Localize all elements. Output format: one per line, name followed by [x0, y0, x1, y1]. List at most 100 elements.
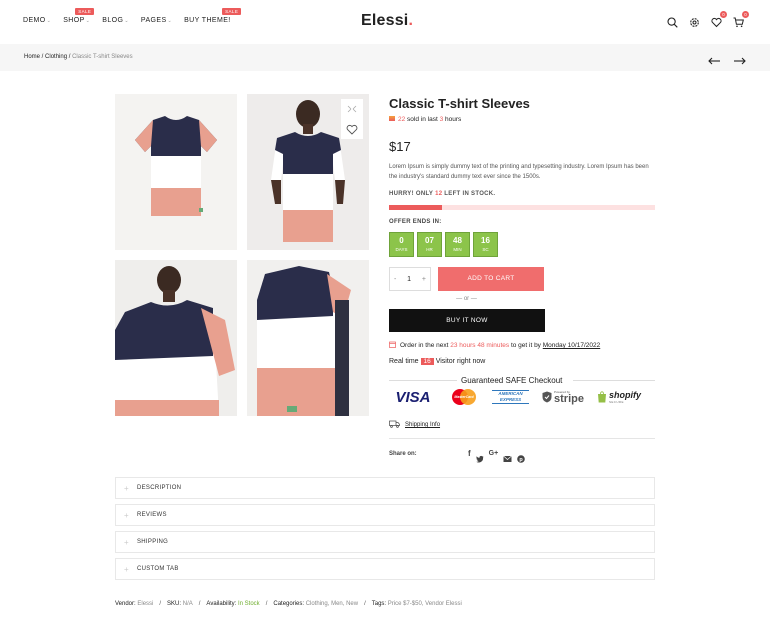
quantity-stepper[interactable]: - 1 +	[389, 267, 431, 291]
tab-custom[interactable]: + CUSTOM TAB	[115, 558, 655, 580]
product-image-1[interactable]	[115, 94, 237, 250]
delivery-estimate: Order in the next 23 hours 48 minutes to…	[389, 341, 600, 350]
arrow-left-icon[interactable]	[708, 52, 720, 70]
stock-progress-fill	[389, 205, 443, 210]
mastercard-logo: MasterCard	[449, 386, 479, 408]
tab-description[interactable]: + DESCRIPTION	[115, 477, 655, 499]
nav-item-shop[interactable]: SALE SHOP⌄	[63, 8, 95, 24]
product-nav-arrows	[708, 52, 746, 70]
nav-item-blog[interactable]: BLOG⌄	[102, 17, 129, 24]
sku-label: SKU:	[167, 601, 182, 607]
shopify-logo: shopify SECURE	[596, 386, 642, 408]
meta-sep: /	[198, 601, 201, 607]
fire-icon	[389, 116, 395, 121]
arrow-right-icon[interactable]	[734, 52, 746, 70]
shipping-info-label: Shipping Info	[405, 422, 441, 428]
buy-now-button[interactable]: BUY IT NOW	[389, 309, 545, 332]
site-logo[interactable]: Elessi.	[361, 12, 413, 30]
shipping-info-link[interactable]: Shipping Info	[389, 420, 440, 430]
nav-label: DEMO	[23, 17, 46, 24]
meta-sep: /	[265, 601, 268, 607]
breadcrumb-bar: Home / Clothing / Classic T-shirt Sleeve…	[0, 44, 770, 71]
tab-label: SHIPPING	[136, 539, 169, 545]
nav-label: BLOG	[102, 17, 124, 24]
stock-suffix: LEFT IN STOCK.	[442, 191, 496, 197]
sold-tail: hours	[443, 116, 462, 123]
countdown-value: 07	[425, 236, 434, 245]
divider	[573, 380, 655, 381]
visitor-prefix: Real time	[389, 358, 421, 365]
nav-item-buy-theme[interactable]: SALE BUY THEME!	[184, 8, 242, 24]
breadcrumb-home[interactable]: Home	[24, 54, 40, 60]
countdown-days: 0 DAYS	[389, 232, 414, 257]
product-image-4[interactable]	[247, 260, 369, 416]
categories-label: Categories:	[273, 601, 305, 607]
or-divider: — or —	[456, 296, 477, 302]
email-icon[interactable]	[503, 450, 512, 468]
countdown-unit: HR	[426, 247, 433, 252]
google-plus-icon[interactable]: G+	[489, 450, 499, 468]
availability-value: In Stock	[238, 601, 260, 607]
tab-label: CUSTOM TAB	[136, 566, 179, 572]
qty-minus-button[interactable]: -	[394, 276, 396, 283]
product-image-3[interactable]	[115, 260, 237, 416]
stock-progress-bar	[389, 205, 655, 210]
vendor-link[interactable]: Elessi	[137, 601, 153, 607]
zoom-icon[interactable]	[341, 99, 363, 119]
search-icon[interactable]	[667, 15, 678, 28]
cart-icon[interactable]: 0	[733, 11, 749, 28]
countdown-value: 16	[481, 236, 490, 245]
nav-item-demo[interactable]: DEMO⌄	[23, 17, 51, 24]
wishlist-heart-icon[interactable]	[341, 119, 363, 139]
safe-checkout-title: Guaranteed SAFE Checkout	[461, 376, 563, 385]
tab-label: REVIEWS	[136, 512, 167, 518]
pinterest-icon[interactable]: p	[517, 450, 526, 468]
visitor-suffix: Visitor right now	[433, 358, 486, 365]
truck-icon	[389, 420, 400, 430]
tab-reviews[interactable]: + REVIEWS	[115, 504, 655, 526]
nav-label: BUY THEME!	[184, 17, 231, 24]
facebook-icon[interactable]: f	[468, 450, 471, 468]
nav-label: PAGES	[140, 17, 167, 24]
social-share: f G+ p	[468, 450, 526, 468]
add-to-cart-button[interactable]: ADD TO CART	[438, 267, 544, 291]
stock-notice: HURRY! ONLY 12 LEFT IN STOCK.	[389, 191, 495, 197]
breadcrumb-category[interactable]: Clothing	[45, 54, 67, 60]
order-mid: to get it by	[509, 342, 543, 349]
countdown-unit: DAYS	[395, 247, 408, 252]
sold-info: 22 sold in last 3 hours	[389, 116, 461, 123]
qty-value[interactable]: 1	[407, 276, 411, 283]
gear-icon[interactable]	[689, 15, 700, 27]
nav-item-pages[interactable]: PAGES⌄	[141, 17, 172, 24]
product-price: $17	[389, 139, 411, 154]
plus-icon: +	[124, 537, 129, 547]
wishlist-icon[interactable]: 0	[711, 11, 727, 28]
divider	[389, 380, 457, 381]
product-title: Classic T-shirt Sleeves	[389, 96, 530, 111]
plus-icon: +	[124, 564, 129, 574]
cart-count: 0	[742, 11, 749, 18]
calendar-icon	[389, 341, 396, 350]
chevron-down-icon: ⌄	[85, 18, 91, 24]
breadcrumb-current: Classic T-shirt Sleeves	[72, 54, 133, 60]
share-label: Share on:	[389, 451, 417, 457]
plus-icon: +	[124, 483, 129, 493]
tab-label: DESCRIPTION	[136, 485, 182, 491]
tags-label: Tags:	[371, 601, 387, 607]
countdown-seconds: 16 SC	[473, 232, 498, 257]
countdown-value: 0	[399, 236, 404, 245]
meta-sep: /	[364, 601, 366, 607]
categories-links[interactable]: Clothing, Men, New	[306, 601, 358, 607]
logo-text: Elessi	[361, 12, 409, 29]
order-date: Monday 10/17/2022	[542, 342, 601, 349]
tags-links[interactable]: Price $7-$50, Vendor Elessi	[388, 601, 462, 607]
twitter-icon[interactable]	[475, 450, 484, 468]
stock-prefix: HURRY! ONLY	[389, 191, 436, 197]
amex-logo: AMERICAN EXPRESS	[492, 386, 529, 408]
qty-plus-button[interactable]: +	[422, 276, 426, 283]
tab-shipping[interactable]: + SHIPPING	[115, 531, 655, 553]
vendor-label: Vendor:	[115, 601, 136, 607]
countdown-hours: 07 HR	[417, 232, 442, 257]
wishlist-count: 0	[720, 11, 727, 18]
logo-dot: .	[408, 12, 414, 29]
